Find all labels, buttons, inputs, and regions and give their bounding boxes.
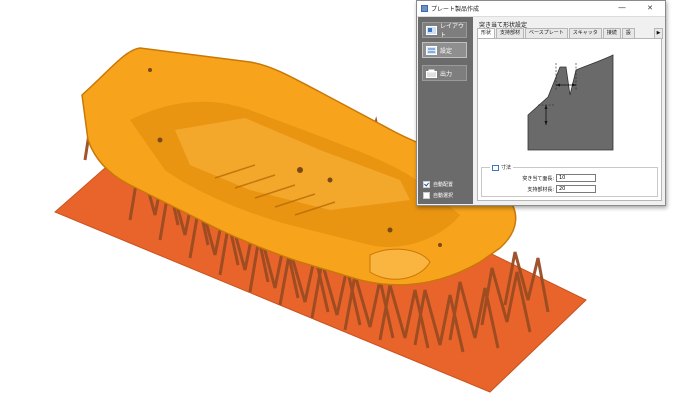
dimension-group: 寸法 突き当て面長: 支持部材長:: [481, 164, 658, 197]
auto-select-label: 自動選択: [433, 193, 454, 199]
dimension-icon: [492, 164, 499, 171]
title-bar[interactable]: プレート製品作成 — ✕: [417, 1, 665, 17]
tab-more[interactable]: 設: [621, 28, 635, 38]
minimize-button[interactable]: —: [615, 2, 629, 14]
nav-settings-label: 設定: [440, 47, 453, 55]
nav-layout-label: レイアウト: [440, 23, 465, 39]
support-length-label: 支持部材長:: [527, 186, 554, 193]
settings-content: 突き当て形状設定 形状 支持部材 ベースプレート スキャッタ 接続 設 ▶ 寸法…: [474, 17, 664, 204]
dialog-title: プレート製品作成: [431, 6, 480, 13]
tab-connect[interactable]: 接続: [602, 28, 621, 38]
face-length-input[interactable]: [556, 174, 596, 182]
auto-place-checkbox-box[interactable]: [423, 181, 430, 188]
tab-supports[interactable]: 支持部材: [496, 28, 525, 38]
auto-place-checkbox[interactable]: 自動配置: [423, 181, 453, 188]
support-length-input[interactable]: [556, 185, 596, 193]
auto-select-checkbox-box[interactable]: [423, 192, 430, 199]
nav-output-button[interactable]: 出力: [422, 65, 467, 81]
app-icon: [421, 5, 428, 12]
nav-settings-button[interactable]: 設定: [422, 42, 467, 58]
close-button[interactable]: ✕: [643, 2, 657, 14]
tab-base-plate[interactable]: ベースプレート: [525, 28, 568, 38]
group-label: 寸法: [490, 164, 514, 171]
auto-select-checkbox[interactable]: 自動選択: [423, 192, 453, 199]
face-length-row: 突き当て面長:: [502, 174, 596, 182]
support-length-row: 支持部材長:: [502, 185, 596, 193]
shape-diagram: [527, 54, 614, 151]
output-icon: [426, 69, 437, 78]
plate-creation-dialog: プレート製品作成 — ✕ レイアウト 設定 出力 自動配置 自動選択 突き当て形…: [416, 0, 666, 206]
nav-layout-button[interactable]: レイアウト: [422, 22, 467, 39]
tab-strip: 形状 支持部材 ベースプレート スキャッタ 接続 設 ▶: [477, 28, 663, 39]
tab-scatter[interactable]: スキャッタ: [568, 28, 602, 38]
auto-place-label: 自動配置: [433, 182, 454, 188]
layout-icon: [426, 25, 437, 35]
face-length-label: 突き当て面長:: [522, 175, 554, 182]
group-label-text: 寸法: [501, 165, 512, 171]
left-nav: レイアウト 設定 出力 自動配置 自動選択: [418, 17, 473, 204]
tab-panel: 寸法 突き当て面長: 支持部材長:: [477, 38, 662, 201]
settings-icon: [426, 45, 437, 55]
nav-output-label: 出力: [440, 70, 453, 78]
